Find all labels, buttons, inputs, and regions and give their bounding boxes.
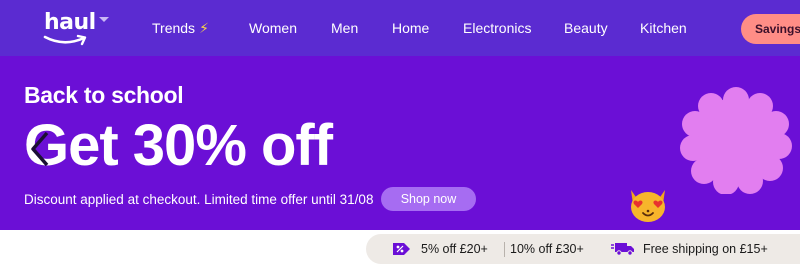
delivery-truck-icon [611,243,634,256]
scalloped-badge-shape [680,87,792,194]
smile-arrow-icon [43,34,87,46]
nav-item-kitchen[interactable]: Kitchen [640,0,687,56]
banner-description: Discount applied at checkout. Limited ti… [24,192,374,207]
heart-eyes-cat-icon [631,190,665,222]
perk-free-shipping: Free shipping on £15+ [643,242,768,256]
page: haul Trends ⚡ Women Men Home Electronics … [0,0,800,267]
perks-bar: 5% off £20+ 10% off £30+ Free shipping o… [366,234,800,264]
discount-tag-icon [393,243,410,255]
shop-now-button[interactable]: Shop now [381,187,476,211]
nav-item-home[interactable]: Home [392,0,429,56]
savings-button[interactable]: Savings s [741,14,800,44]
nav-item-electronics[interactable]: Electronics [463,0,531,56]
nav-item-trends[interactable]: Trends ⚡ [152,0,209,56]
promo-banner: Back to school Get 30% off Discount appl… [0,56,800,230]
top-nav: haul Trends ⚡ Women Men Home Electronics … [0,0,800,56]
banner-subtitle: Back to school [24,82,184,108]
banner-title: Get 30% off [24,113,333,178]
nav-item-men[interactable]: Men [331,0,358,56]
nav-item-label: Trends [152,20,196,36]
perk-divider [504,242,505,257]
perk-10-off: 10% off £30+ [510,242,584,256]
lightning-icon: ⚡ [199,20,209,36]
logo-text: haul [44,10,96,35]
perk-5-off: 5% off £20+ [421,242,488,256]
chevron-down-icon [99,17,109,22]
haul-logo[interactable]: haul [42,10,114,50]
chevron-left-icon[interactable] [28,130,52,168]
nav-item-beauty[interactable]: Beauty [564,0,608,56]
nav-item-women[interactable]: Women [249,0,297,56]
